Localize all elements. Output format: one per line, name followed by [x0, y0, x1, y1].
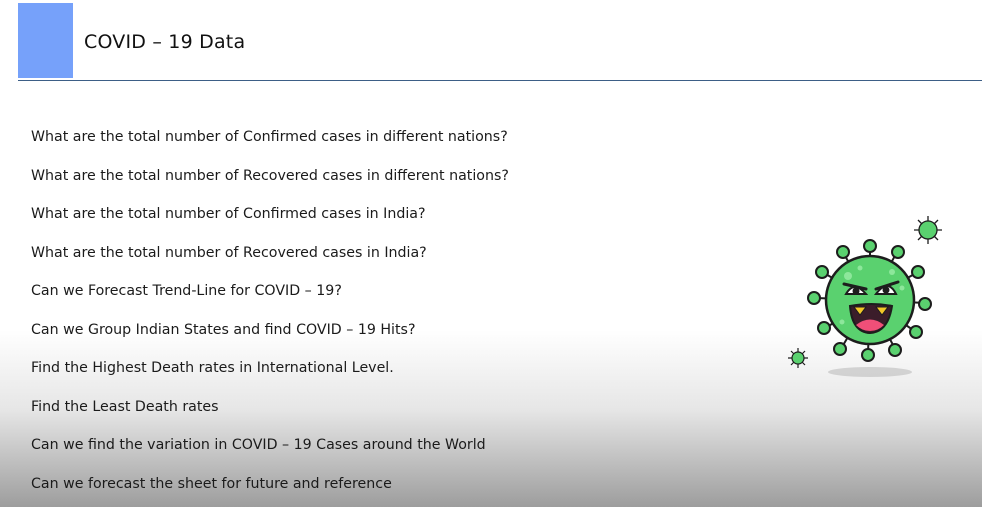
question-item: What are the total number of Recovered c… [31, 166, 509, 205]
question-item: What are the total number of Recovered c… [31, 243, 509, 282]
cartoon-virus-icon [782, 210, 952, 385]
question-item: Can we forecast the sheet for future and… [31, 474, 509, 512]
small-germ-icon [914, 216, 942, 244]
slide-title: COVID – 19 Data [84, 31, 245, 53]
title-divider [18, 80, 982, 81]
title-accent-block [18, 3, 73, 78]
question-item: Can we Forecast Trend-Line for COVID – 1… [31, 281, 509, 320]
question-item: What are the total number of Confirmed c… [31, 204, 509, 243]
question-item: Find the Highest Death rates in Internat… [31, 358, 509, 397]
question-item: What are the total number of Confirmed c… [31, 127, 509, 166]
question-list: What are the total number of Confirmed c… [31, 127, 509, 512]
question-item: Can we find the variation in COVID – 19 … [31, 435, 509, 474]
small-germ-icon [788, 348, 808, 368]
question-item: Find the Least Death rates [31, 397, 509, 436]
question-item: Can we Group Indian States and find COVI… [31, 320, 509, 359]
